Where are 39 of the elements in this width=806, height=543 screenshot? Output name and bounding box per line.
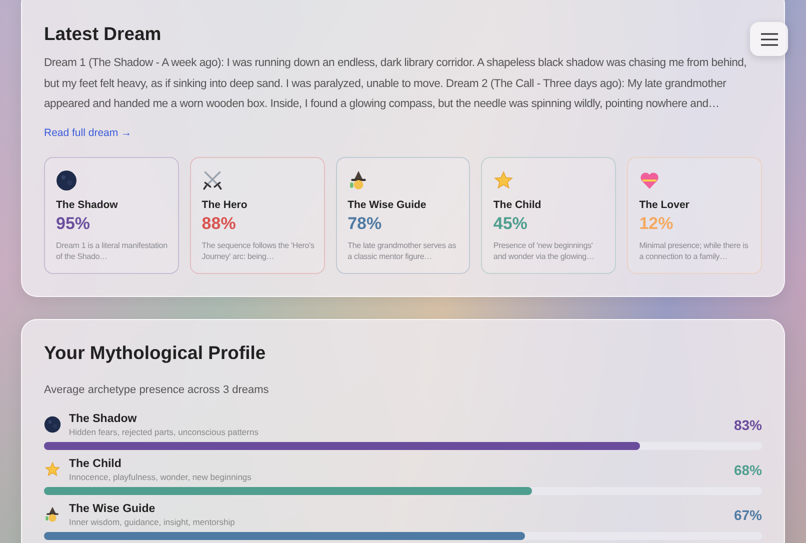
menu-icon — [760, 32, 778, 46]
profile-subtitle: Average archetype presence across 3 dreams — [44, 384, 270, 396]
heart-icon — [639, 170, 660, 190]
archetype-percent: 78% — [348, 214, 382, 234]
archetype-percent: 67% — [734, 506, 762, 522]
dark-moon-icon — [44, 416, 61, 433]
archetype-name: The Shadow — [56, 198, 118, 210]
archetype-description: Innocence, playfulness, wonder, new beginnings — [69, 472, 252, 482]
archetype-percent: 83% — [734, 416, 762, 432]
read-full-dream-link[interactable]: Read full dream → — [44, 126, 132, 138]
wizard-icon — [348, 170, 369, 190]
archetype-name: The Child — [493, 198, 542, 210]
star-icon — [493, 170, 514, 190]
archetype-percent: 12% — [639, 214, 674, 234]
archetype-name: The Shadow — [69, 412, 138, 424]
archetype-percent: 68% — [734, 462, 762, 478]
menu-button[interactable] — [750, 22, 788, 56]
archetype-note: Dream 1 is a literal manifestation of the Shado… — [56, 240, 168, 262]
archetype-percent: 45% — [493, 214, 528, 234]
archetype-note: Presence of 'new beginnings' and wonder via the glowing… — [493, 240, 596, 262]
star-icon — [44, 461, 61, 478]
archetype-name: The Child — [69, 458, 122, 470]
archetype-note: The late grandmother serves as a classic mentor figure… — [348, 240, 458, 262]
dark-moon-icon — [56, 170, 77, 190]
archetype-name: The Lover — [639, 198, 690, 210]
dream-text: Dream 1 (The Shadow - A week ago): I was running down an endless, dark library corridor. A shapeless black shadow was chasing me from behind, but my feet felt heavy, as if sinking into deep sand. I was paralyzed, unable to move. Dream 2 (The Call - Three days ago): My late grandmother appeared and handed me a worn wooden box. Inside, I found a glowing compass, but the needle was spinning wildly, pointing nowhere and… — [44, 56, 748, 112]
archetype-percent: 88% — [202, 214, 236, 234]
archetype-percent: 95% — [56, 214, 90, 234]
crossed-swords-icon — [202, 170, 223, 190]
section-title: Your Mythological Profile — [44, 342, 267, 364]
archetype-description: Hidden fears, rejected parts, unconscious patterns — [69, 426, 260, 436]
section-title: Latest Dream — [44, 23, 162, 45]
archetype-name: The Hero — [202, 198, 248, 210]
archetype-name: The Wise Guide — [348, 198, 426, 210]
archetype-name: The Wise Guide — [69, 502, 156, 514]
archetype-note: Minimal presence; while there is a connection to a family… — [639, 240, 750, 262]
archetype-description: Inner wisdom, guidance, insight, mentorship — [69, 516, 236, 526]
wizard-icon — [44, 506, 61, 523]
archetype-note: The sequence follows the 'Hero's Journey' arc: being… — [202, 240, 315, 262]
